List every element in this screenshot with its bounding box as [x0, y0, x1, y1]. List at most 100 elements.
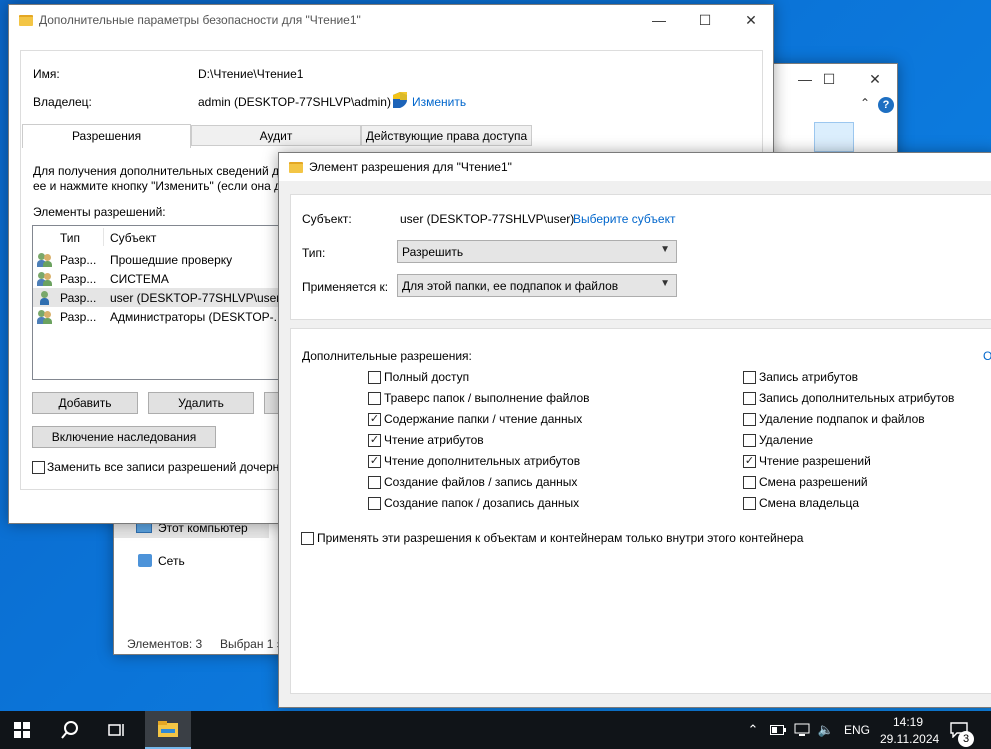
- permission-checkbox[interactable]: [368, 371, 381, 384]
- uac-shield-icon: [393, 92, 407, 108]
- remove-button[interactable]: Удалить: [148, 392, 254, 414]
- table-row[interactable]: Разр... СИСТЕМА: [33, 269, 301, 288]
- permission-label: Создание файлов / запись данных: [384, 475, 578, 489]
- windows-logo-icon: [14, 722, 30, 738]
- subject-label: Субъект:: [302, 212, 352, 226]
- start-button[interactable]: [0, 711, 44, 749]
- network-item[interactable]: Сеть: [114, 551, 269, 571]
- replace-child-permissions-checkbox[interactable]: [32, 461, 45, 474]
- applies-to-dropdown[interactable]: Для этой папки, ее подпапок и файлов ▼: [397, 274, 677, 297]
- folder-icon: [289, 161, 303, 173]
- col-subject-header[interactable]: Субъект: [110, 231, 156, 245]
- task-view-button[interactable]: [95, 711, 139, 749]
- permission-entry-titlebar: Элемент разрешения для "Чтение1": [279, 153, 991, 181]
- permission-label: Удаление подпапок и файлов: [759, 412, 925, 426]
- help-icon[interactable]: ?: [878, 97, 894, 113]
- enable-inheritance-button[interactable]: Включение наследования: [32, 426, 216, 448]
- permission-checkbox[interactable]: [743, 476, 756, 489]
- network-tray-icon[interactable]: [794, 721, 810, 739]
- permission-label: Создание папок / дозапись данных: [384, 496, 580, 510]
- type-dropdown[interactable]: Разрешить ▼: [397, 240, 677, 263]
- info-text-line2: ее и нажмите кнопку "Изменить" (если она…: [33, 179, 282, 193]
- adv-minimize-button[interactable]: —: [636, 5, 682, 35]
- explorer-close-button[interactable]: ✕: [852, 64, 898, 94]
- permission-label: Смена владельца: [759, 496, 860, 510]
- name-value: D:\Чтение\Чтение1: [198, 67, 304, 81]
- permission-label: Запись атрибутов: [759, 370, 859, 384]
- permission-checkbox[interactable]: [368, 476, 381, 489]
- tab-permissions[interactable]: Разрешения: [22, 124, 191, 148]
- select-subject-link[interactable]: Выберите субъект: [573, 212, 675, 226]
- permission-checkbox[interactable]: ✓: [368, 413, 381, 426]
- permission-checkbox[interactable]: ✓: [368, 455, 381, 468]
- type-label: Тип:: [302, 246, 326, 260]
- permission-label: Удаление: [759, 433, 814, 447]
- advanced-permissions-label: Дополнительные разрешения:: [302, 349, 472, 363]
- permission-checkbox[interactable]: [743, 371, 756, 384]
- search-button[interactable]: [48, 711, 92, 749]
- user-group-icon: [37, 310, 53, 324]
- chevron-down-icon: ▼: [660, 244, 670, 255]
- tab-effective-access-label: Действующие права доступа: [365, 129, 528, 143]
- col-divider: [103, 228, 104, 246]
- tab-effective-access[interactable]: Действующие права доступа: [361, 125, 532, 146]
- user-icon: [37, 291, 53, 305]
- ribbon-collapse-icon[interactable]: ⌃: [860, 96, 870, 110]
- type-dropdown-value: Разрешить: [402, 244, 464, 259]
- subject-value: user (DESKTOP-77SHLVP\user): [400, 212, 575, 226]
- network-icon: [138, 554, 152, 567]
- change-owner-link[interactable]: Изменить: [412, 95, 466, 109]
- table-row[interactable]: Разр... Администраторы (DESKTOP-...: [33, 307, 301, 326]
- permission-label: Чтение разрешений: [759, 454, 871, 468]
- clock-date[interactable]: 29.11.2024: [880, 732, 939, 746]
- file-explorer-taskbar-button[interactable]: [145, 711, 191, 749]
- permission-label: Чтение дополнительных атрибутов: [384, 454, 581, 468]
- language-indicator[interactable]: ENG: [844, 723, 870, 737]
- apply-inside-container-checkbox[interactable]: [301, 532, 314, 545]
- permission-label: Траверс папок / выполнение файлов: [384, 391, 590, 405]
- user-group-icon: [37, 253, 53, 267]
- permission-checkbox[interactable]: [368, 392, 381, 405]
- task-view-icon: [108, 724, 124, 736]
- permission-checkbox[interactable]: [368, 497, 381, 510]
- notification-count-badge: 3: [958, 731, 974, 747]
- chevron-down-icon: ▼: [660, 278, 670, 289]
- adv-maximize-button[interactable]: ☐: [682, 5, 728, 35]
- advanced-permissions-panel: Дополнительные разрешения: О Полный дост…: [290, 328, 991, 694]
- permission-checkbox[interactable]: [743, 392, 756, 405]
- table-row-selected[interactable]: Разр... user (DESKTOP-77SHLVP\user): [33, 288, 301, 307]
- permission-label: Содержание папки / чтение данных: [384, 412, 583, 426]
- add-button[interactable]: Добавить: [32, 392, 138, 414]
- permission-checkbox[interactable]: [743, 434, 756, 447]
- permission-label: Чтение атрибутов: [384, 433, 484, 447]
- tab-permissions-label: Разрешения: [71, 129, 142, 143]
- clock-time[interactable]: 14:19: [893, 715, 923, 729]
- permission-label: Полный доступ: [384, 370, 470, 384]
- row-subject: Администраторы (DESKTOP-...: [110, 310, 284, 324]
- permission-checkbox[interactable]: ✓: [743, 455, 756, 468]
- view-toggle-icon[interactable]: [814, 122, 854, 152]
- applies-to-dropdown-value: Для этой папки, ее подпапок и файлов: [402, 278, 619, 293]
- volume-icon[interactable]: 🔈: [817, 721, 835, 739]
- apply-inside-container-label: Применять эти разрешения к объектам и ко…: [317, 531, 804, 545]
- permission-checkbox[interactable]: ✓: [368, 434, 381, 447]
- explorer-maximize-button[interactable]: ☐: [806, 64, 852, 94]
- col-type-header[interactable]: Тип: [60, 231, 80, 245]
- advanced-security-title: Дополнительные параметры безопасности дл…: [39, 13, 361, 27]
- enable-inheritance-label: Включение наследования: [51, 430, 197, 444]
- status-items-count: Элементов: 3: [127, 637, 203, 651]
- battery-icon[interactable]: [770, 721, 786, 739]
- adv-close-button[interactable]: ✕: [728, 5, 774, 35]
- taskbar: ⌃ 🔈 ENG 14:19 29.11.2024 3: [0, 711, 991, 749]
- permission-checkbox[interactable]: [743, 413, 756, 426]
- permission-checkbox[interactable]: [743, 497, 756, 510]
- row-subject: user (DESKTOP-77SHLVP\user): [110, 291, 285, 305]
- row-subject: СИСТЕМА: [110, 272, 169, 286]
- replace-child-permissions-label: Заменить все записи разрешений дочерн: [47, 460, 280, 474]
- permission-entries-list[interactable]: Тип Субъект Разр... Прошедшие проверку Р…: [32, 225, 302, 380]
- permission-label: Запись дополнительных атрибутов: [759, 391, 955, 405]
- tab-audit[interactable]: Аудит: [191, 125, 361, 146]
- show-basic-permissions-link[interactable]: О: [983, 349, 991, 363]
- tray-overflow-icon[interactable]: ⌃: [745, 721, 761, 739]
- table-row[interactable]: Разр... Прошедшие проверку: [33, 250, 301, 269]
